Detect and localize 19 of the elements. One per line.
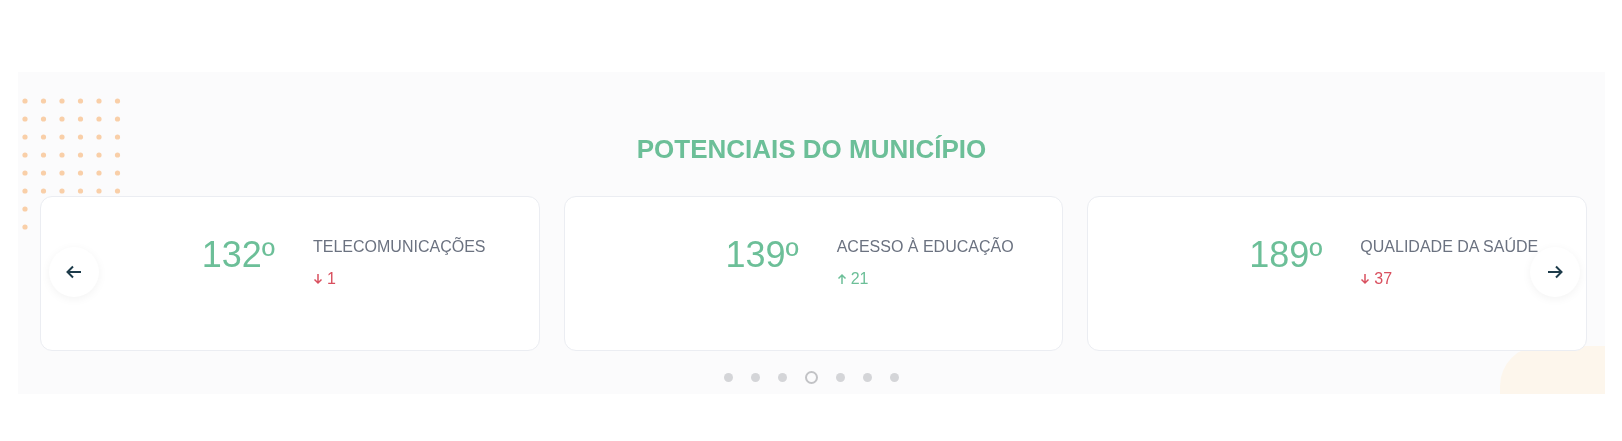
left-arrow-icon [66, 265, 82, 280]
ranking-position: 139º [724, 235, 799, 275]
pagination-dot[interactable] [836, 373, 845, 383]
ranking-position: 132º [200, 235, 275, 275]
pagination-dot[interactable] [778, 373, 787, 383]
ranking-change: 1 [327, 269, 336, 290]
indicator-label: ACESSO À EDUCAÇÃO [836, 236, 1014, 258]
indicator-label: TELECOMUNICAÇÕES [313, 236, 486, 258]
right-arrow-icon [1547, 265, 1563, 280]
pagination-dot[interactable] [724, 373, 733, 383]
indicator-label: QUALIDADE DA SAÚDE [1360, 236, 1539, 258]
pagination-dot[interactable] [863, 373, 872, 383]
pagination-dot[interactable] [890, 373, 899, 383]
pagination-dot[interactable] [751, 373, 760, 383]
ranking-change: 21 [850, 269, 869, 290]
ranking-change: 37 [1374, 269, 1393, 290]
section-title: POTENCIAIS DO MUNICÍPIO [636, 134, 987, 166]
ranking-position: 189º [1248, 235, 1323, 275]
pagination-dot[interactable] [805, 371, 818, 385]
